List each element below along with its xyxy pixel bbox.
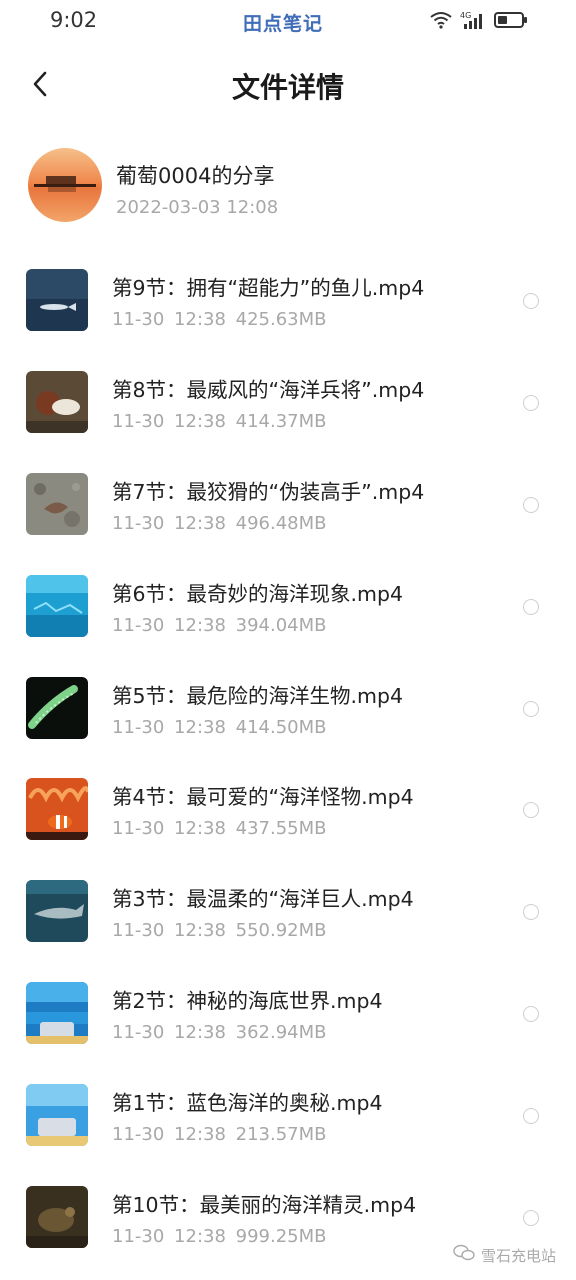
select-radio[interactable] — [523, 394, 539, 411]
status-icons: 4G — [430, 10, 528, 30]
file-name: 第8节：最威风的“海洋兵将”.mp4 — [112, 377, 425, 402]
watermark: 雪石充电站 — [453, 1244, 556, 1266]
wechat-icon — [453, 1244, 475, 1266]
share-name: 葡萄0004的分享 — [116, 164, 275, 188]
file-meta: 11-30 12:38 213.57MB — [112, 1124, 327, 1146]
file-meta: 11-30 12:38 414.50MB — [112, 716, 327, 738]
file-meta: 11-30 12:38 425.63MB — [112, 309, 327, 330]
file-meta: 11-30 12:38 362.94MB — [112, 1022, 327, 1044]
file-list: 第9节：拥有“超能力”的鱼儿.mp4 11-30 12:38 425.63MB … — [0, 255, 576, 1274]
select-radio[interactable] — [523, 802, 539, 819]
file-name: 第2节：神秘的海底世界.mp4 — [112, 989, 383, 1014]
file-row[interactable]: 第8节：最威风的“海洋兵将”.mp4 11-30 12:38 414.37MB — [0, 357, 576, 459]
file-row[interactable]: 第4节：最可爱的“海洋怪物.mp4 11-30 12:38 437.55MB — [0, 764, 576, 866]
select-radio[interactable] — [523, 1006, 539, 1023]
file-row[interactable]: 第1节：蓝色海洋的奥秘.mp4 11-30 12:38 213.57MB — [0, 1070, 576, 1172]
battery-icon — [494, 11, 528, 29]
select-radio[interactable] — [523, 598, 539, 615]
select-radio[interactable] — [523, 700, 539, 717]
file-name: 第10节：最美丽的海洋精灵.mp4 — [112, 1193, 417, 1218]
page-title: 文件详情 — [231, 71, 344, 104]
file-meta: 11-30 12:38 999.25MB — [112, 1226, 327, 1248]
select-radio[interactable] — [523, 496, 539, 513]
file-meta: 11-30 12:38 496.48MB — [112, 512, 327, 534]
octopus-thumbnail — [26, 472, 88, 535]
select-radio[interactable] — [523, 1210, 539, 1227]
file-name: 第1节：蓝色海洋的奥秘.mp4 — [112, 1091, 383, 1116]
file-name: 第7节：最狡猾的“伪装高手”.mp4 — [112, 479, 425, 504]
file-name: 第4节：最可爱的“海洋怪物.mp4 — [112, 785, 414, 810]
avatar[interactable] — [28, 148, 102, 222]
file-name: 第6节：最奇妙的海洋现象.mp4 — [112, 581, 404, 606]
whale-thumbnail — [26, 880, 88, 943]
share-header: 葡萄0004的分享 2022-03-03 12:08 — [0, 146, 576, 226]
clownfish-thumbnail — [26, 778, 88, 841]
file-row[interactable]: 第3节：最温柔的“海洋巨人.mp4 11-30 12:38 550.92MB — [0, 866, 576, 968]
file-meta: 11-30 12:38 437.55MB — [112, 818, 327, 840]
reef-thumbnail — [26, 1186, 88, 1249]
nav-bar: 文件详情 — [0, 50, 576, 120]
jellyfish-thumbnail — [26, 676, 88, 739]
file-meta: 11-30 12:38 394.04MB — [112, 614, 327, 636]
seafloor-thumbnail — [26, 982, 88, 1045]
fish-thumbnail — [26, 269, 88, 331]
file-meta: 11-30 12:38 550.92MB — [112, 920, 327, 942]
file-name: 第9节：拥有“超能力”的鱼儿.mp4 — [112, 276, 425, 300]
crab-thumbnail — [26, 370, 88, 433]
file-row[interactable]: 第5节：最危险的海洋生物.mp4 11-30 12:38 414.50MB — [0, 663, 576, 765]
file-row[interactable]: 第6节：最奇妙的海洋现象.mp4 11-30 12:38 394.04MB — [0, 561, 576, 663]
select-radio[interactable] — [523, 904, 539, 921]
file-row[interactable]: 第2节：神秘的海底世界.mp4 11-30 12:38 362.94MB — [0, 968, 576, 1070]
select-radio[interactable] — [523, 1108, 539, 1125]
select-radio[interactable] — [523, 293, 539, 309]
share-date: 2022-03-03 12:08 — [116, 197, 279, 218]
file-row[interactable]: 第7节：最狡猾的“伪装高手”.mp4 11-30 12:38 496.48MB — [0, 459, 576, 561]
ocean-thumbnail — [26, 1084, 88, 1147]
file-row[interactable]: 第9节：拥有“超能力”的鱼儿.mp4 11-30 12:38 425.63MB — [0, 255, 576, 357]
underwater-thumbnail — [26, 574, 88, 637]
status-app-name: 田点笔记 — [243, 13, 324, 35]
file-name: 第3节：最温柔的“海洋巨人.mp4 — [112, 887, 414, 912]
network-label: 4G — [460, 11, 471, 20]
wifi-icon — [430, 11, 452, 29]
signal-4g-icon: 4G — [460, 10, 486, 30]
status-time: 9:02 — [50, 8, 98, 32]
file-name: 第5节：最危险的海洋生物.mp4 — [112, 683, 404, 708]
watermark-text: 雪石充电站 — [480, 1246, 556, 1265]
status-bar: 9:02 田点笔记 4G — [0, 0, 576, 44]
file-meta: 11-30 12:38 414.37MB — [112, 410, 327, 432]
